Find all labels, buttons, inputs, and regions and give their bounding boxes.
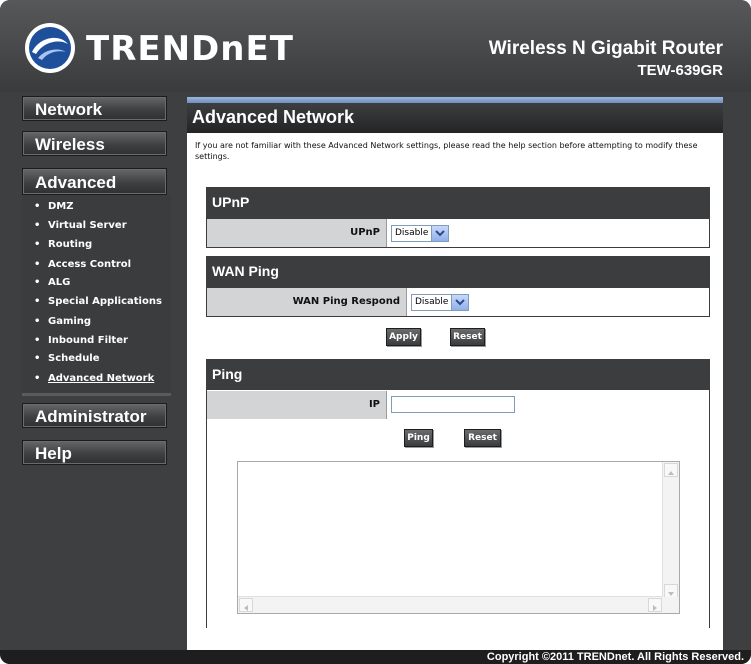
submenu-advanced-network[interactable]: • Advanced Network (34, 370, 154, 388)
submenu-label: Virtual Server (48, 220, 127, 231)
ping-reset-button[interactable]: Reset (464, 429, 501, 447)
scroll-up-icon[interactable] (664, 463, 678, 477)
submenu-inbound-filter[interactable]: • Inbound Filter (34, 332, 128, 350)
ping-button[interactable]: Ping (404, 429, 433, 447)
section-header-ping: Ping (206, 359, 710, 390)
reset-button[interactable]: Reset (450, 328, 485, 346)
ip-label: IP (207, 391, 387, 419)
vertical-scrollbar[interactable] (662, 462, 679, 599)
submenu-label: Schedule (48, 353, 100, 364)
notice-text: If you are not familiar with these Advan… (195, 141, 698, 161)
ping-output-textarea[interactable] (237, 461, 680, 614)
nav-wireless[interactable]: Wireless (22, 131, 167, 156)
page-title: Advanced Network (187, 103, 723, 133)
submenu-schedule[interactable]: • Schedule (34, 350, 100, 368)
submenu-label: Special Applications (48, 296, 162, 307)
submenu-label: ALG (48, 277, 71, 288)
nav-advanced[interactable]: Advanced (22, 168, 167, 195)
bullet: • (34, 239, 41, 250)
nav-administrator[interactable]: Administrator (22, 403, 167, 428)
scroll-down-icon[interactable] (664, 584, 678, 598)
upnp-select[interactable]: Disable (391, 225, 449, 242)
bullet: • (34, 353, 41, 364)
submenu-alg[interactable]: • ALG (34, 274, 70, 292)
submenu-routing[interactable]: • Routing (34, 236, 92, 254)
router-frame: TRENDnET Wireless N Gigabit Router TEW-6… (0, 0, 751, 664)
section-header-upnp: UPnP (206, 187, 710, 218)
wan-ping-select[interactable]: Disable (411, 294, 469, 311)
bullet: • (34, 201, 41, 212)
scrollbar-corner (663, 597, 679, 613)
horizontal-scrollbar[interactable] (238, 596, 663, 613)
wan-ping-row: WAN Ping Respond Disable (206, 287, 710, 317)
submenu-label: Gaming (48, 316, 92, 327)
nav-help[interactable]: Help (22, 440, 167, 465)
trendnet-logo-text: TRENDnET (86, 29, 294, 69)
product-model: TEW-639GR (637, 62, 723, 79)
section-header-wan-ping: WAN Ping (206, 256, 710, 287)
bullet: • (34, 316, 41, 327)
submenu-label: Inbound Filter (48, 335, 128, 346)
copyright-text: Copyright ©2011 TRENDnet. All Rights Res… (486, 651, 744, 663)
bullet: • (34, 335, 41, 346)
scroll-left-icon[interactable] (239, 598, 253, 612)
wan-ping-select-value: Disable (415, 297, 449, 307)
content-panel: Advanced Network If you are not familiar… (187, 97, 723, 650)
submenu-special-applications[interactable]: • Special Applications (34, 293, 162, 311)
bullet: • (34, 373, 41, 384)
submenu-label: Routing (48, 239, 93, 250)
submenu-dmz[interactable]: • DMZ (34, 198, 74, 216)
chevron-down-icon (451, 295, 468, 310)
submenu-access-control[interactable]: • Access Control (34, 256, 131, 274)
nav-network[interactable]: Network (22, 96, 167, 121)
header: TRENDnET Wireless N Gigabit Router TEW-6… (0, 0, 751, 92)
wan-ping-label: WAN Ping Respond (207, 288, 407, 316)
upnp-row: UPnP Disable (206, 218, 710, 248)
upnp-label: UPnP (207, 219, 387, 247)
submenu-virtual-server[interactable]: • Virtual Server (34, 217, 127, 235)
submenu-gaming[interactable]: • Gaming (34, 313, 91, 331)
submenu-label: Advanced Network (48, 373, 155, 384)
bullet: • (34, 277, 41, 288)
ip-input[interactable] (391, 396, 515, 413)
bullet: • (34, 220, 41, 231)
trendnet-logo-icon (24, 22, 76, 74)
footer: Copyright ©2011 TRENDnet. All Rights Res… (0, 650, 751, 664)
bullet: • (34, 296, 41, 307)
product-title: Wireless N Gigabit Router (488, 38, 723, 59)
advanced-submenu: • DMZ • Virtual Server • Routing • Access Co… (22, 195, 171, 396)
bullet: • (34, 259, 41, 270)
submenu-label: DMZ (48, 201, 74, 212)
apply-button[interactable]: Apply (386, 328, 421, 346)
chevron-down-icon (431, 226, 448, 241)
scroll-right-icon[interactable] (648, 598, 662, 612)
ping-ip-row: IP (206, 391, 710, 421)
submenu-label: Access Control (48, 259, 132, 270)
upnp-select-value: Disable (395, 228, 429, 238)
